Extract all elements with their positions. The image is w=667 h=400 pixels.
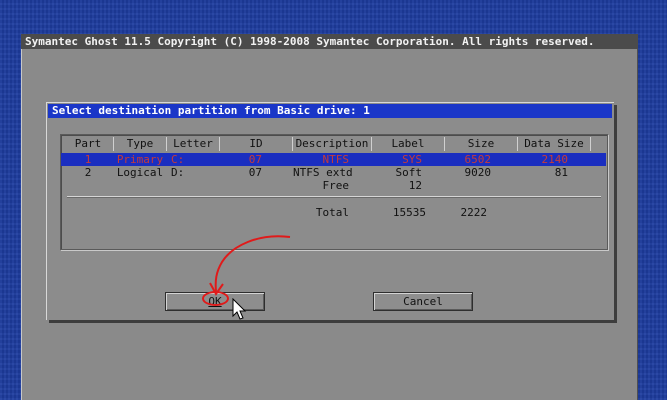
red-arrow-annotation — [209, 235, 291, 296]
mouse-cursor-icon — [232, 298, 247, 320]
